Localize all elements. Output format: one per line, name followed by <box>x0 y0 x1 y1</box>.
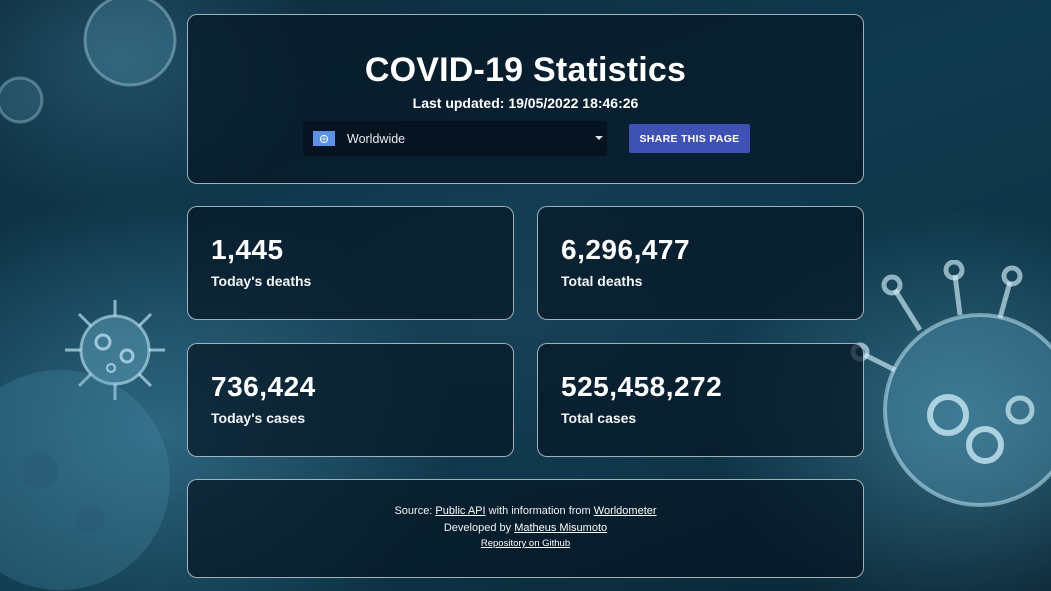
country-select-value: Worldwide <box>347 131 406 146</box>
share-page-button[interactable]: SHARE THIS PAGE <box>629 124 750 153</box>
public-api-link[interactable]: Public API <box>435 505 485 517</box>
footer-repo-line: Repository on Github <box>188 538 863 549</box>
last-updated-text: Last updated: 19/05/2022 18:46:26 <box>412 95 639 111</box>
footer-developed-prefix: Developed by <box>443 522 515 534</box>
footer-developer-line: Developed by Matheus Misumoto <box>188 522 863 534</box>
stat-card-today-cases: 736,424 Today's cases <box>187 343 514 457</box>
footer-source-prefix: Source: <box>394 505 436 517</box>
stat-value: 736,424 <box>211 371 316 402</box>
virus-background-left-icon <box>65 300 165 400</box>
stat-card-total-cases: 525,458,272 Total cases <box>537 343 864 457</box>
developer-link[interactable]: Matheus Misumoto <box>514 522 607 534</box>
virus-background-top-icon <box>0 0 177 124</box>
stat-label: Today's cases <box>211 410 306 426</box>
page-title: COVID-19 Statistics <box>364 51 687 89</box>
footer-source-line: Source: Public API with information from… <box>188 505 863 517</box>
stat-label: Today's deaths <box>211 273 312 289</box>
stat-card-today-deaths: 1,445 Today's deaths <box>187 206 514 320</box>
virus-background-right-icon <box>850 260 1051 507</box>
stat-value: 525,458,272 <box>561 371 723 402</box>
repository-link[interactable]: Repository on Github <box>481 538 570 549</box>
stat-label: Total deaths <box>561 273 643 289</box>
footer-panel: Source: Public API with information from… <box>187 479 864 578</box>
worldometer-link[interactable]: Worldometer <box>594 505 657 517</box>
caret-down-icon <box>595 136 603 140</box>
country-select[interactable]: Worldwide <box>303 121 607 156</box>
stat-value: 6,296,477 <box>561 234 691 265</box>
stat-card-total-deaths: 6,296,477 Total deaths <box>537 206 864 320</box>
header-panel: COVID-19 Statistics Last updated: 19/05/… <box>187 14 864 184</box>
united-nations-flag-icon <box>313 131 335 146</box>
footer-source-middle: with information from <box>485 505 594 517</box>
virus-background-bottom-left-icon <box>0 370 170 590</box>
stat-label: Total cases <box>561 410 637 426</box>
stat-value: 1,445 <box>211 234 284 265</box>
